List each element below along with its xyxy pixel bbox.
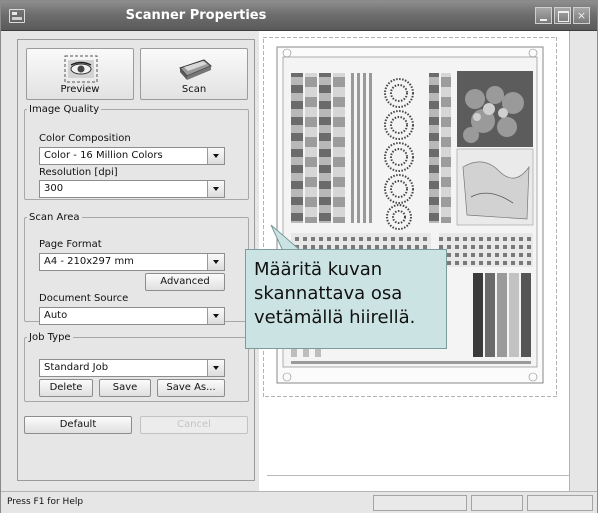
job-type-select[interactable]: Standard Job	[39, 359, 225, 377]
preview-button[interactable]: Preview	[26, 48, 134, 100]
job-type-value: Standard Job	[44, 362, 109, 373]
image-quality-group: Image Quality Color Composition Color - …	[24, 104, 249, 200]
scan-label: Scan	[181, 84, 207, 95]
close-button[interactable]: ×	[573, 7, 590, 24]
document-source-value: Auto	[44, 310, 68, 321]
tooltip-line-3: vetämällä hiirellä.	[254, 307, 416, 328]
resolution-value: 300	[44, 183, 64, 194]
preview-right-margin	[569, 31, 597, 491]
delete-job-button[interactable]: Delete	[39, 379, 93, 397]
scan-button[interactable]: Scan	[140, 48, 248, 100]
color-composition-select[interactable]: Color - 16 Million Colors	[39, 147, 225, 165]
advanced-button[interactable]: Advanced	[145, 273, 225, 291]
scanner-icon	[179, 59, 212, 80]
scanner-properties-window: Scanner Properties × Preview Scan Image …	[0, 0, 598, 513]
window-title: Scanner Properties	[125, 8, 267, 23]
color-composition-label: Color Composition	[39, 133, 131, 144]
scan-area-tooltip: Määritä kuvan skannattava osa vetämällä …	[245, 249, 447, 349]
chevron-down-icon[interactable]	[207, 181, 224, 197]
default-button[interactable]: Default	[24, 416, 132, 434]
scanner-app-icon	[9, 9, 25, 23]
chevron-down-icon[interactable]	[207, 254, 224, 270]
status-help-text: Press F1 for Help	[7, 497, 84, 507]
document-source-label: Document Source	[39, 293, 129, 304]
preview-label: Preview	[60, 84, 100, 95]
control-panel: Preview Scan Image Quality Color Composi…	[17, 39, 255, 481]
image-quality-legend: Image Quality	[29, 104, 100, 115]
maximize-button[interactable]	[554, 7, 571, 24]
minimize-button[interactable]	[535, 7, 552, 24]
chevron-down-icon[interactable]	[207, 148, 224, 164]
document-source-select[interactable]: Auto	[39, 307, 225, 325]
resolution-label: Resolution [dpi]	[39, 167, 118, 178]
tooltip-line-1: Määritä kuvan	[254, 259, 383, 280]
color-composition-value: Color - 16 Million Colors	[44, 150, 163, 161]
scan-area-legend: Scan Area	[29, 212, 80, 223]
status-pane-2	[471, 495, 523, 511]
save-job-button[interactable]: Save	[99, 379, 151, 397]
chevron-down-icon[interactable]	[207, 360, 224, 376]
page-format-label: Page Format	[39, 239, 102, 250]
preview-bottom-edge	[267, 475, 569, 476]
eye-preview-icon	[64, 55, 98, 83]
title-bar[interactable]: Scanner Properties ×	[1, 1, 597, 31]
job-type-group: Job Type Standard Job Delete Save Save A…	[24, 332, 249, 402]
status-pane-3	[527, 495, 593, 511]
status-pane-1	[373, 495, 467, 511]
page-format-select[interactable]: A4 - 210x297 mm	[39, 253, 225, 271]
tooltip-line-2: skannattava osa	[254, 283, 403, 304]
chevron-down-icon[interactable]	[207, 308, 224, 324]
page-format-value: A4 - 210x297 mm	[44, 256, 134, 267]
resolution-select[interactable]: 300	[39, 180, 225, 198]
cancel-button: Cancel	[140, 416, 248, 434]
scan-area-group: Scan Area Page Format A4 - 210x297 mm Ad…	[24, 212, 249, 325]
status-bar: Press F1 for Help	[1, 491, 597, 513]
save-as-job-button[interactable]: Save As...	[157, 379, 225, 397]
job-type-legend: Job Type	[29, 332, 71, 343]
